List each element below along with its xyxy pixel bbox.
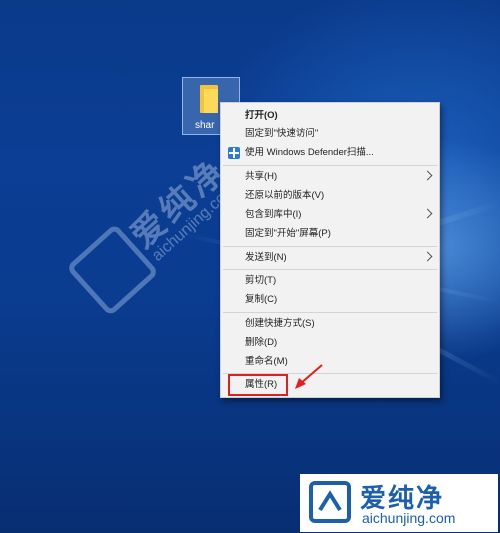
menu-item-cut[interactable]: 剪切(T) — [221, 272, 439, 290]
menu-item-open[interactable]: 打开(O) — [221, 107, 439, 125]
menu-item-label: 共享(H) — [245, 171, 278, 182]
menu-item-send-to[interactable]: 发送到(N) — [221, 249, 439, 267]
folder-icon — [200, 85, 222, 113]
menu-item-restore-versions[interactable]: 还原以前的版本(V) — [221, 187, 439, 205]
menu-item-pin-start[interactable]: 固定到"开始"屏幕(P) — [221, 225, 439, 243]
menu-separator — [223, 165, 437, 166]
menu-item-label: 固定到"快速访问" — [245, 128, 319, 139]
menu-item-label: 剪切(T) — [245, 275, 277, 286]
menu-separator — [223, 246, 437, 247]
desktop-folder-label: shar — [195, 120, 215, 131]
menu-item-label: 包含到库中(I) — [245, 209, 302, 220]
menu-separator — [223, 312, 437, 313]
menu-item-delete[interactable]: 删除(D) — [221, 334, 439, 352]
brand-logo-icon — [309, 481, 351, 523]
menu-item-label: 重命名(M) — [245, 356, 288, 367]
menu-item-include-in-library[interactable]: 包含到库中(I) — [221, 206, 439, 224]
submenu-arrow-icon — [422, 170, 433, 181]
properties-highlight-box — [228, 374, 288, 396]
menu-item-label: 打开(O) — [245, 110, 278, 121]
menu-item-share[interactable]: 共享(H) — [221, 168, 439, 186]
menu-separator — [223, 269, 437, 270]
menu-item-label: 还原以前的版本(V) — [245, 190, 325, 201]
red-arrow-icon — [295, 364, 323, 389]
menu-item-pin-quick-access[interactable]: 固定到"快速访问" — [221, 125, 439, 143]
menu-item-label: 固定到"开始"屏幕(P) — [245, 228, 331, 239]
menu-item-copy[interactable]: 复制(C) — [221, 291, 439, 309]
menu-item-label: 创建快捷方式(S) — [245, 318, 315, 329]
menu-item-create-shortcut[interactable]: 创建快捷方式(S) — [221, 315, 439, 333]
submenu-arrow-icon — [422, 208, 433, 219]
windows-defender-icon — [228, 147, 240, 159]
context-menu: 打开(O) 固定到"快速访问" 使用 Windows Defender扫描...… — [220, 102, 440, 398]
menu-item-rename[interactable]: 重命名(M) — [221, 353, 439, 371]
menu-item-defender-scan[interactable]: 使用 Windows Defender扫描... — [221, 144, 439, 162]
submenu-arrow-icon — [422, 251, 433, 262]
menu-item-label: 发送到(N) — [245, 252, 287, 263]
menu-item-label: 删除(D) — [245, 337, 278, 348]
watermark-logo-icon — [65, 223, 160, 317]
menu-item-label: 复制(C) — [245, 294, 278, 305]
brand-name-en: aichunjing.com — [362, 510, 456, 526]
menu-item-label: 使用 Windows Defender扫描... — [245, 147, 374, 158]
brand-logo: 爱纯净 aichunjing.com — [300, 474, 498, 532]
